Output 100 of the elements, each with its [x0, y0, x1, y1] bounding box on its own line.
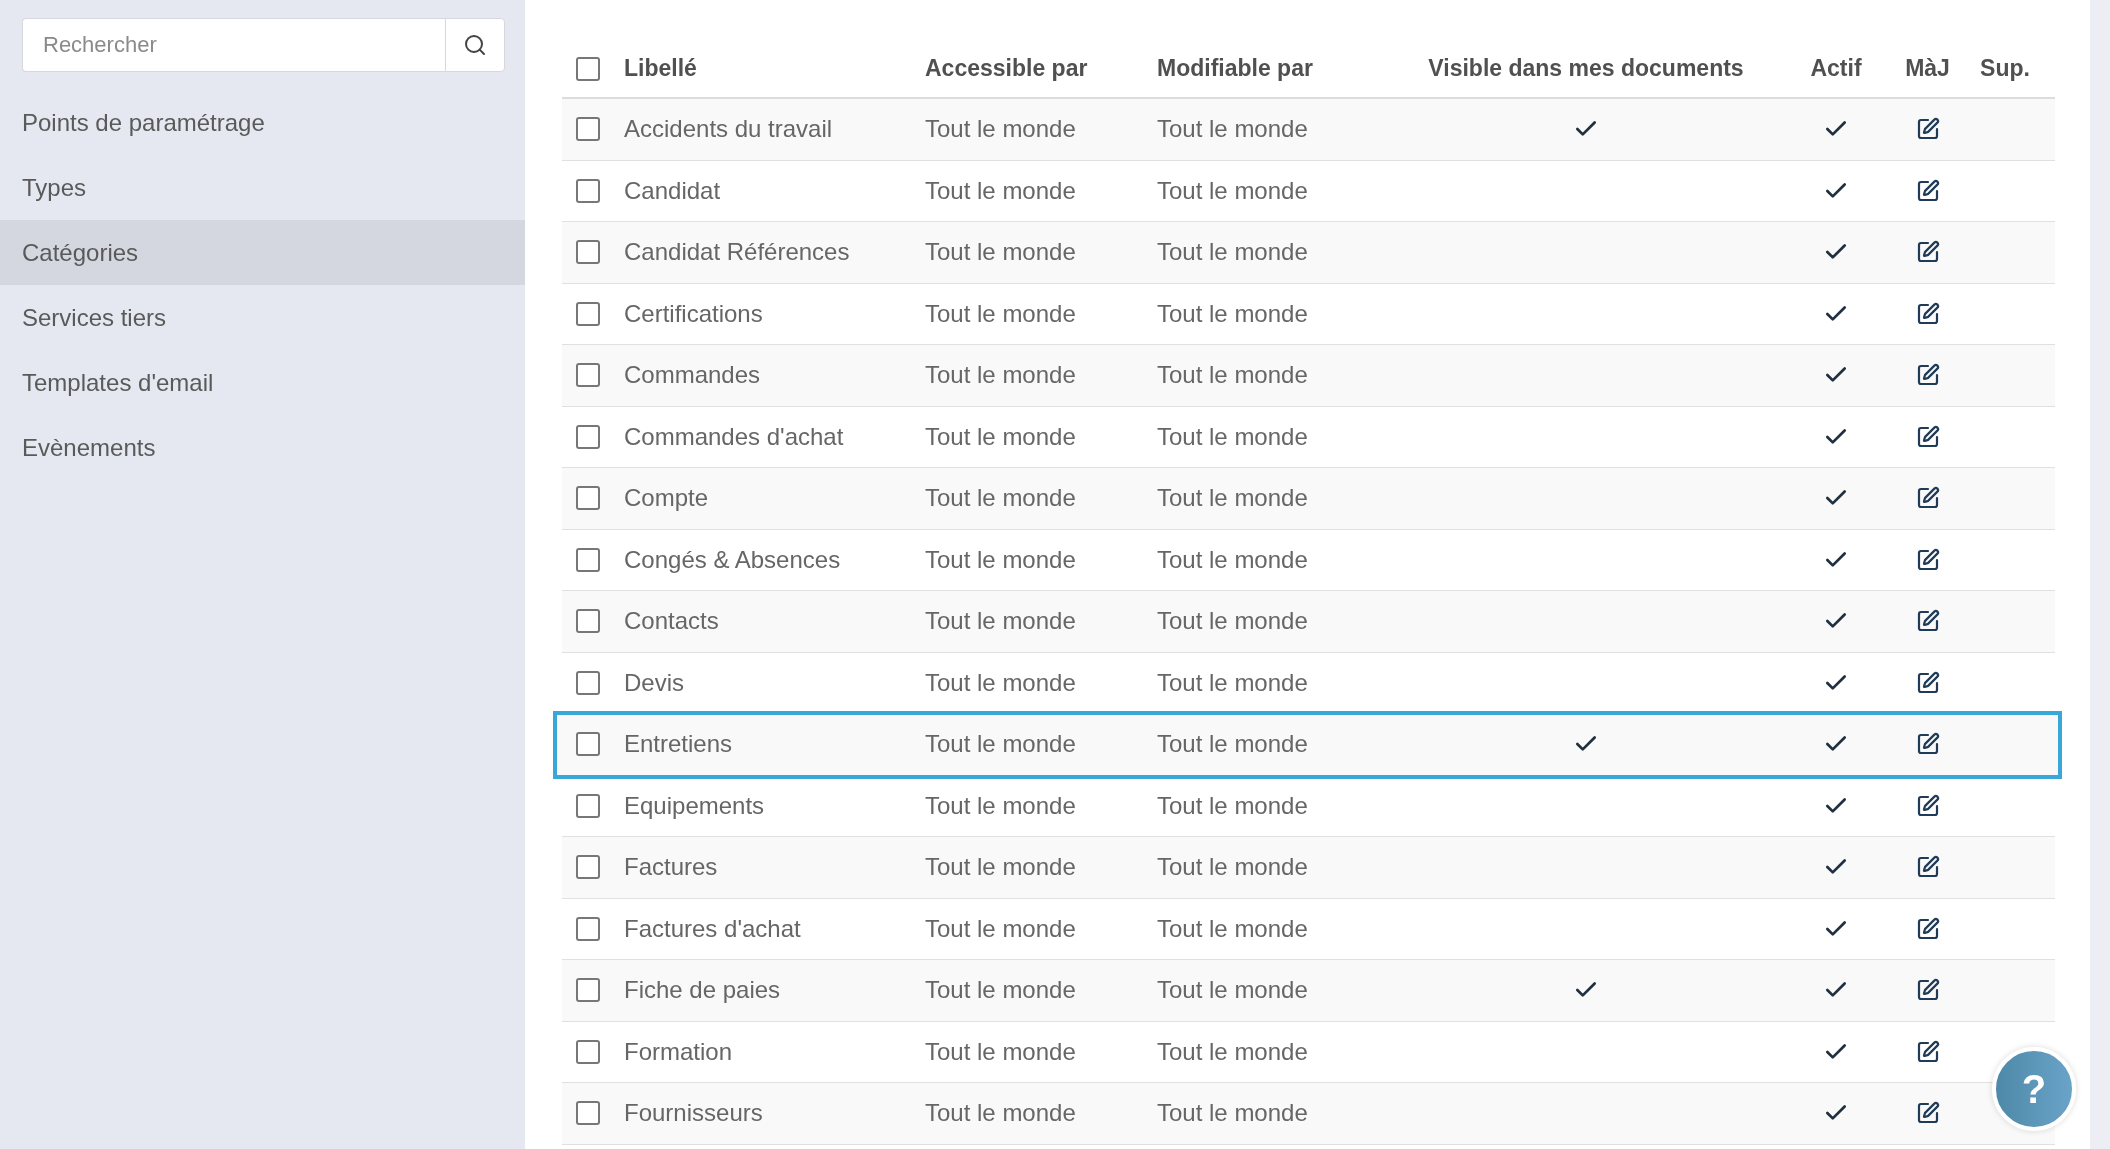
- sidebar-item[interactable]: Types: [0, 155, 525, 220]
- table-cell-text: Entretiens: [624, 730, 734, 759]
- search-button[interactable]: [445, 18, 505, 72]
- table-cell-text: Tout le monde: [1157, 176, 1309, 205]
- edit-icon: [1915, 1039, 1940, 1064]
- table-cell-text: Tout le monde: [925, 299, 1077, 328]
- table-cell-text: Tout le monde: [925, 730, 1077, 759]
- table-cell-text: Tout le monde: [1157, 238, 1309, 267]
- edit-button[interactable]: [1915, 916, 1940, 941]
- table-cell-text: Certifications: [624, 299, 764, 328]
- edit-button[interactable]: [1915, 793, 1940, 818]
- row-checkbox[interactable]: [576, 978, 600, 1003]
- table-cell-text: Tout le monde: [1157, 791, 1309, 820]
- table-cell-text: Candidat Références: [624, 238, 851, 267]
- sidebar-item[interactable]: Catégories: [0, 220, 525, 285]
- table-cell-text: Tout le monde: [925, 545, 1077, 574]
- edit-icon: [1915, 732, 1940, 757]
- table-cell-text: Tout le monde: [925, 976, 1077, 1005]
- row-checkbox[interactable]: [576, 117, 600, 142]
- table-cell-text: Compte: [624, 484, 710, 513]
- edit-icon: [1915, 1101, 1940, 1126]
- table-cell-text: Commandes: [624, 361, 762, 390]
- row-checkbox[interactable]: [576, 240, 600, 265]
- table-cell-text: Tout le monde: [925, 914, 1077, 943]
- edit-button[interactable]: [1915, 363, 1940, 388]
- column-header: Libellé: [624, 55, 698, 82]
- table-cell-text: Tout le monde: [925, 422, 1077, 451]
- edit-icon: [1915, 178, 1940, 203]
- table-cell-text: Equipements: [624, 791, 766, 820]
- row-checkbox[interactable]: [576, 670, 600, 695]
- column-header: Modifiable par: [1157, 55, 1314, 82]
- edit-icon: [1915, 978, 1940, 1003]
- edit-button[interactable]: [1915, 978, 1940, 1003]
- edit-button[interactable]: [1915, 1101, 1940, 1126]
- edit-icon: [1915, 486, 1940, 511]
- table-cell-text: Fiche de paies: [624, 976, 782, 1005]
- edit-button[interactable]: [1915, 424, 1940, 449]
- select-all-checkbox[interactable]: [576, 56, 600, 81]
- row-checkbox[interactable]: [576, 916, 600, 941]
- table-cell-text: Tout le monde: [1157, 976, 1309, 1005]
- sidebar-item[interactable]: Points de paramétrage: [0, 90, 525, 155]
- row-checkbox[interactable]: [576, 547, 600, 572]
- table-cell-text: Tout le monde: [1157, 853, 1309, 882]
- edit-button[interactable]: [1915, 117, 1940, 142]
- edit-icon: [1915, 240, 1940, 265]
- column-header: Actif: [1810, 55, 1862, 82]
- table-cell-text: Tout le monde: [1157, 730, 1309, 759]
- table-cell-text: Tout le monde: [1157, 607, 1309, 636]
- edit-button[interactable]: [1915, 547, 1940, 572]
- row-checkbox[interactable]: [576, 732, 600, 757]
- edit-button[interactable]: [1915, 855, 1940, 880]
- table-cell-text: Tout le monde: [1157, 115, 1309, 144]
- column-header: Sup.: [1980, 55, 2030, 82]
- row-checkbox[interactable]: [576, 793, 600, 818]
- edit-icon: [1915, 855, 1940, 880]
- table-cell-text: Formation: [624, 1037, 734, 1066]
- table-cell-text: Tout le monde: [925, 176, 1077, 205]
- edit-button[interactable]: [1915, 178, 1940, 203]
- edit-button[interactable]: [1915, 240, 1940, 265]
- table-cell-text: Tout le monde: [925, 361, 1077, 390]
- row-checkbox[interactable]: [576, 609, 600, 634]
- table-cell-text: Candidat: [624, 176, 722, 205]
- table-cell-text: Tout le monde: [1157, 1037, 1309, 1066]
- table-cell-text: Tout le monde: [925, 791, 1077, 820]
- sidebar-item[interactable]: Templates d'email: [0, 350, 525, 415]
- edit-button[interactable]: [1915, 732, 1940, 757]
- table-cell-text: Tout le monde: [925, 238, 1077, 267]
- row-checkbox[interactable]: [576, 1039, 600, 1064]
- row-checkbox[interactable]: [576, 1101, 600, 1126]
- sidebar-item[interactable]: Services tiers: [0, 285, 525, 350]
- row-checkbox[interactable]: [576, 363, 600, 388]
- row-checkbox[interactable]: [576, 301, 600, 326]
- column-header: MàJ: [1905, 55, 1950, 82]
- row-checkbox[interactable]: [576, 178, 600, 203]
- edit-icon: [1915, 117, 1940, 142]
- table-cell-text: Tout le monde: [925, 1099, 1077, 1128]
- edit-button[interactable]: [1915, 301, 1940, 326]
- row-checkbox[interactable]: [576, 486, 600, 511]
- sidebar-item[interactable]: Evènements: [0, 415, 525, 480]
- edit-icon: [1915, 670, 1940, 695]
- table-cell-text: Fournisseurs: [624, 1099, 764, 1128]
- edit-icon: [1915, 363, 1940, 388]
- table-cell-text: Tout le monde: [1157, 914, 1309, 943]
- search-field[interactable]: Rechercher: [22, 18, 445, 72]
- row-checkbox[interactable]: [576, 424, 600, 449]
- table-cell-text: Tout le monde: [1157, 1099, 1309, 1128]
- table-cell-text: Tout le monde: [925, 607, 1077, 636]
- table-cell-text: Tout le monde: [1157, 422, 1309, 451]
- table-cell-text: Congés & Absences: [624, 545, 842, 574]
- edit-icon: [1915, 301, 1940, 326]
- table-cell-text: Factures: [624, 853, 719, 882]
- table-cell-text: Tout le monde: [925, 668, 1077, 697]
- search-icon: [463, 33, 487, 57]
- table-cell-text: Tout le monde: [1157, 545, 1309, 574]
- edit-button[interactable]: [1915, 670, 1940, 695]
- edit-button[interactable]: [1915, 609, 1940, 634]
- edit-button[interactable]: [1915, 486, 1940, 511]
- row-checkbox[interactable]: [576, 855, 600, 880]
- table-cell-text: Tout le monde: [1157, 668, 1309, 697]
- edit-button[interactable]: [1915, 1039, 1940, 1064]
